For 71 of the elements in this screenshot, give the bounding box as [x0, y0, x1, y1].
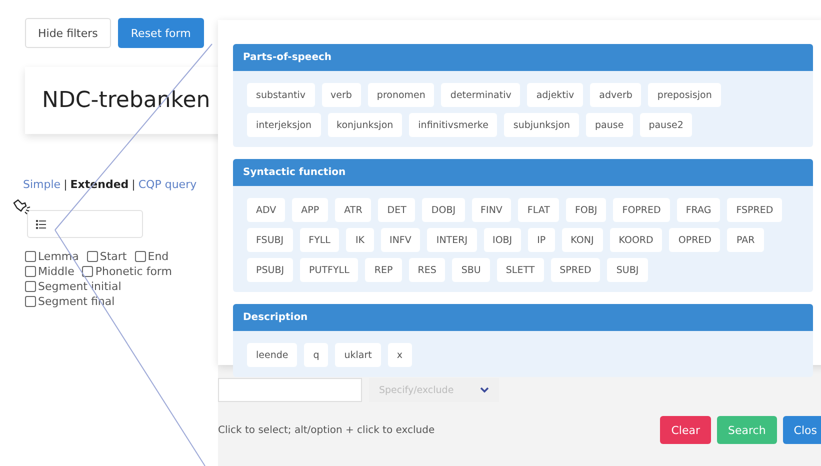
- separator: |: [64, 178, 68, 191]
- option-checkbox[interactable]: Segment initial: [25, 280, 122, 293]
- tag-chip[interactable]: IK: [346, 228, 374, 252]
- tag-chip[interactable]: OPRED: [669, 228, 720, 252]
- query-field[interactable]: [27, 210, 143, 238]
- tag-chip[interactable]: INTERJ: [427, 228, 477, 252]
- tag-chip[interactable]: pause2: [640, 113, 692, 137]
- mode-link[interactable]: Simple: [23, 178, 61, 191]
- tag-chip[interactable]: FYLL: [300, 228, 340, 252]
- tag-chip[interactable]: PAR: [727, 228, 764, 252]
- tag-chip[interactable]: leende: [247, 343, 298, 367]
- action-button[interactable]: Clear: [660, 416, 711, 444]
- tag-chip[interactable]: KOORD: [610, 228, 662, 252]
- tag-chip[interactable]: preposisjon: [648, 83, 721, 107]
- mode-link[interactable]: Extended: [70, 178, 129, 191]
- tag-chip[interactable]: SUBJ: [607, 258, 648, 282]
- tag-chip[interactable]: FRAG: [676, 198, 720, 222]
- tag-chip[interactable]: determinativ: [441, 83, 520, 107]
- tag-chip[interactable]: FOPRED: [613, 198, 670, 222]
- option-checkbox[interactable]: Phonetic form: [82, 265, 172, 278]
- cursor-icon: [13, 199, 31, 215]
- tag-chip[interactable]: SLETT: [496, 258, 544, 282]
- value-field[interactable]: [218, 378, 362, 402]
- tag-chip[interactable]: pause: [586, 113, 633, 137]
- tag-chip[interactable]: IP: [528, 228, 555, 252]
- tag-chip[interactable]: KONJ: [562, 228, 603, 252]
- tag-chip[interactable]: subjunksjon: [504, 113, 580, 137]
- tag-chip[interactable]: x: [388, 343, 412, 367]
- option-checkbox[interactable]: Middle: [25, 265, 74, 278]
- option-checkbox[interactable]: End: [134, 250, 169, 263]
- tag-chip[interactable]: ATR: [335, 198, 372, 222]
- hint-text: Click to select; alt/option + click to exclude: [218, 424, 436, 436]
- tag-chip[interactable]: IOBJ: [484, 228, 522, 252]
- tag-chip[interactable]: konjunksjon: [328, 113, 402, 137]
- chevron-icon: [480, 387, 489, 393]
- tag-chip[interactable]: FINV: [472, 198, 512, 222]
- tag-chip[interactable]: FSUBJ: [247, 228, 293, 252]
- section-header: Description: [233, 304, 813, 331]
- tag-chip[interactable]: FLAT: [518, 198, 559, 222]
- tag-chip[interactable]: REP: [365, 258, 402, 282]
- tag-chip[interactable]: adjektiv: [527, 83, 584, 107]
- tag-chip[interactable]: q: [304, 343, 328, 367]
- list-icon[interactable]: [36, 220, 46, 228]
- tag-chip[interactable]: ADV: [247, 198, 286, 222]
- tag-chip[interactable]: SBU: [452, 258, 490, 282]
- tag-chip[interactable]: FOBJ: [566, 198, 606, 222]
- option-checkbox[interactable]: Start: [86, 250, 127, 263]
- tag-chip[interactable]: verb: [322, 83, 361, 107]
- corpus-title: NDC-trebanken: [42, 88, 210, 113]
- toolbar-button[interactable]: Reset form: [118, 18, 204, 48]
- section-header: Parts-of-speech: [233, 44, 813, 71]
- mode-link[interactable]: CQP query: [138, 178, 197, 191]
- tag-chip[interactable]: DET: [378, 198, 416, 222]
- tag-chip[interactable]: substantiv: [247, 83, 315, 107]
- toolbar-button[interactable]: Hide filters: [25, 18, 111, 48]
- tag-chip[interactable]: uklart: [335, 343, 381, 367]
- tag-chip[interactable]: FSPRED: [727, 198, 782, 222]
- tag-chip[interactable]: APP: [292, 198, 328, 222]
- tag-chip[interactable]: RES: [408, 258, 446, 282]
- tag-chip[interactable]: INFV: [380, 228, 420, 252]
- section-header: Syntactic function: [233, 159, 813, 186]
- tag-chip[interactable]: infinitivsmerke: [409, 113, 498, 137]
- tag-chip[interactable]: PUTFYLL: [300, 258, 358, 282]
- separator: |: [132, 178, 136, 191]
- action-button[interactable]: Clos: [782, 416, 821, 444]
- tag-chip[interactable]: adverb: [590, 83, 642, 107]
- tag-chip[interactable]: DOBJ: [422, 198, 465, 222]
- tag-chip[interactable]: interjeksjon: [247, 113, 321, 137]
- tag-chip[interactable]: PSUBJ: [247, 258, 294, 282]
- tag-chip[interactable]: SPRED: [550, 258, 600, 282]
- tag-chip[interactable]: pronomen: [368, 83, 434, 107]
